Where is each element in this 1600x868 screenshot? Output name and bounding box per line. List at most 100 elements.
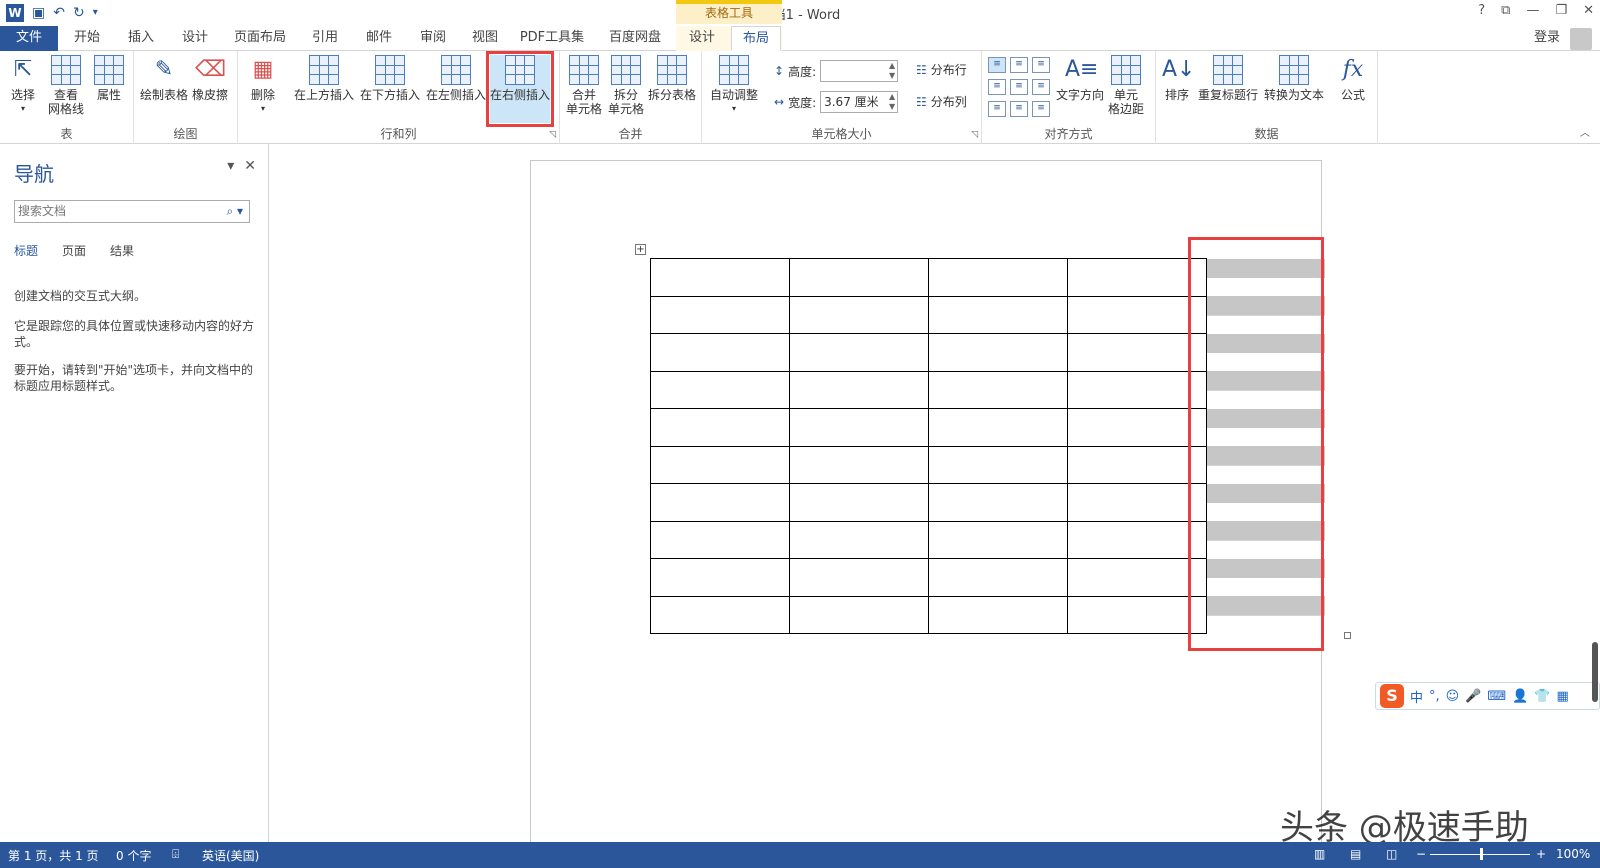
web-layout-icon[interactable]: ◫ (1386, 847, 1397, 861)
nav-tab-headings[interactable]: 标题 (14, 242, 38, 259)
table-cell[interactable] (928, 333, 1068, 372)
ribbon-display-icon[interactable]: ⧉ (1501, 3, 1510, 18)
table-cell[interactable] (789, 595, 929, 634)
zoom-out-icon[interactable]: − (1416, 847, 1426, 861)
align-bottom-right-icon[interactable]: ≡ (1032, 101, 1050, 117)
properties-button[interactable]: 属性 (94, 55, 124, 102)
tab-table-design[interactable]: 设计 (678, 26, 726, 51)
insert-above-button[interactable]: 在上方插入 (294, 55, 354, 102)
proofing-icon[interactable]: ⌹ (172, 847, 179, 862)
zoom-in-icon[interactable]: + (1536, 847, 1546, 861)
table-cell[interactable] (789, 370, 929, 409)
formula-button[interactable]: fx 公式 (1338, 55, 1368, 102)
tab-pdf-tools[interactable]: PDF工具集 (512, 26, 592, 51)
autofit-button[interactable]: 自动调整 ▾ (710, 55, 758, 116)
insert-right-button[interactable]: 在右侧插入 (486, 51, 554, 127)
view-gridlines-button[interactable]: 查看 网格线 (48, 55, 84, 116)
tab-review[interactable]: 审阅 (408, 26, 458, 51)
select-button[interactable]: ⇱ 选择 ▾ (8, 55, 38, 116)
nav-close-icon[interactable]: ✕ (244, 158, 256, 174)
table-cell[interactable] (928, 408, 1068, 447)
table-cell[interactable] (650, 370, 790, 409)
tab-design[interactable]: 设计 (170, 26, 220, 51)
insert-below-button[interactable]: 在下方插入 (360, 55, 420, 102)
cell-margins-button[interactable]: 单元 格边距 (1108, 55, 1144, 116)
dialog-launcher-icon[interactable]: ◹ (971, 130, 978, 140)
split-table-button[interactable]: 拆分表格 (648, 55, 696, 102)
table-cell[interactable] (650, 258, 790, 297)
text-direction-button[interactable]: A≡ 文字方向 (1056, 55, 1104, 102)
merge-cells-button[interactable]: 合并 单元格 (566, 55, 602, 116)
table-cell[interactable] (1067, 408, 1207, 447)
table-cell[interactable] (1067, 558, 1207, 597)
distribute-rows-button[interactable]: ☷ 分布行 (916, 61, 967, 78)
align-bottom-center-icon[interactable]: ≡ (1010, 101, 1028, 117)
help-icon[interactable]: ? (1478, 3, 1485, 18)
tab-mailings[interactable]: 邮件 (354, 26, 404, 51)
repeat-header-button[interactable]: 重复标题行 (1198, 55, 1258, 102)
width-spinner[interactable]: ▲ ▼ (889, 92, 895, 112)
tab-page-layout[interactable]: 页面布局 (224, 26, 296, 51)
ime-punctuation-icon[interactable]: °, (1429, 689, 1440, 704)
login-link[interactable]: 登录 (1534, 26, 1560, 50)
ime-toolbar[interactable]: S 中 °, ☺ 🎤 ⌨ 👤 👕 ▦ (1375, 682, 1600, 710)
align-bottom-left-icon[interactable]: ≡ (988, 101, 1006, 117)
table-cell[interactable] (1067, 370, 1207, 409)
tab-home[interactable]: 开始 (62, 26, 112, 51)
table-cell[interactable] (650, 483, 790, 522)
zoom-level[interactable]: 100% (1556, 847, 1590, 861)
height-input[interactable]: ▲ ▼ (820, 60, 899, 82)
search-icon[interactable]: ⌕ ▾ (226, 201, 243, 222)
table-cell[interactable] (650, 558, 790, 597)
zoom-slider-knob[interactable] (1480, 848, 1483, 860)
table-cell[interactable] (650, 595, 790, 634)
nav-tab-pages[interactable]: 页面 (62, 242, 86, 259)
table-cell[interactable] (789, 258, 929, 297)
nav-search-input[interactable]: 搜索文档 ⌕ ▾ (14, 200, 250, 223)
status-language[interactable]: 英语(美国) (202, 847, 259, 864)
distribute-cols-button[interactable]: ☷ 分布列 (916, 93, 967, 110)
status-page-count[interactable]: 第 1 页，共 1 页 (8, 847, 99, 864)
align-top-right-icon[interactable]: ≡ (1032, 57, 1050, 73)
table-cell[interactable] (928, 520, 1068, 559)
ime-keyboard-icon[interactable]: ⌨ (1487, 689, 1506, 704)
table-cell[interactable] (928, 595, 1068, 634)
tab-file[interactable]: 文件 (0, 26, 58, 51)
table-cell[interactable] (789, 445, 929, 484)
tab-view[interactable]: 视图 (462, 26, 508, 51)
nav-options-icon[interactable]: ▾ (227, 158, 234, 174)
align-middle-center-icon[interactable]: ≡ (1010, 79, 1028, 95)
restore-icon[interactable]: ❐ (1555, 3, 1567, 18)
table-cell[interactable] (928, 258, 1068, 297)
tab-table-layout[interactable]: 布局 (731, 26, 781, 51)
ime-chinese-mode[interactable]: 中 (1410, 687, 1423, 706)
table-resize-handle[interactable] (1344, 632, 1351, 639)
table-cell[interactable] (928, 445, 1068, 484)
table-cell[interactable] (928, 483, 1068, 522)
collapse-ribbon-icon[interactable]: ︿ (1580, 124, 1590, 139)
table-cell[interactable] (789, 558, 929, 597)
table-cell[interactable] (650, 333, 790, 372)
height-spinner[interactable]: ▲ ▼ (889, 61, 895, 81)
eraser-button[interactable]: ⌫ 橡皮擦 (192, 55, 228, 102)
tab-baidu-netdisk[interactable]: 百度网盘 (600, 26, 670, 51)
avatar[interactable] (1570, 28, 1592, 50)
table-cell[interactable] (1067, 445, 1207, 484)
insert-left-button[interactable]: 在左侧插入 (426, 55, 486, 102)
table-cell[interactable] (789, 483, 929, 522)
table-cell[interactable] (650, 295, 790, 334)
tab-references[interactable]: 引用 (300, 26, 350, 51)
ime-emoji-icon[interactable]: ☺ (1446, 689, 1460, 704)
print-layout-icon[interactable]: ▤ (1350, 847, 1361, 861)
table-cell[interactable] (650, 445, 790, 484)
sort-button[interactable]: A↓ 排序 (1162, 55, 1195, 102)
table-cell[interactable] (789, 520, 929, 559)
table-cell[interactable] (928, 295, 1068, 334)
table-cell[interactable] (789, 295, 929, 334)
tab-insert[interactable]: 插入 (116, 26, 166, 51)
dialog-launcher-icon[interactable]: ◹ (549, 130, 556, 140)
table-cell[interactable] (1067, 333, 1207, 372)
draw-table-button[interactable]: ✎ 绘制表格 (140, 55, 188, 102)
table-cell[interactable] (1067, 295, 1207, 334)
close-icon[interactable]: ✕ (1583, 3, 1594, 18)
